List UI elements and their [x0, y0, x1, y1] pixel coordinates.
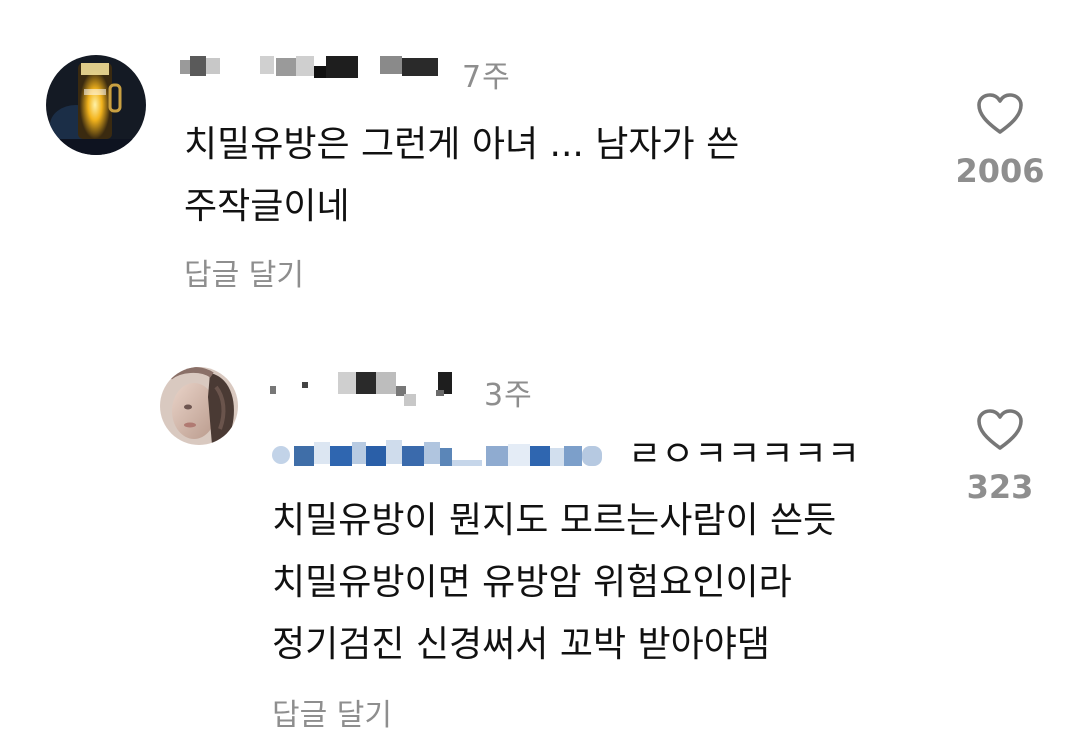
like-count: 323 [966, 468, 1034, 506]
comment-text: 주작글이네 [184, 186, 350, 227]
comment-text: 정기검진 신경써서 꼬박 받아야댐 [272, 624, 771, 665]
username-redacted[interactable] [180, 52, 442, 82]
username-redacted[interactable] [268, 368, 468, 406]
reply-button[interactable]: 답글 달기 [272, 690, 392, 734]
heart-outline-icon[interactable] [976, 408, 1024, 456]
avatar[interactable] [46, 55, 146, 155]
mention-redacted[interactable] [272, 436, 612, 472]
comment-text: ㄹㅇㅋㅋㅋㅋㅋ [628, 434, 860, 475]
comment-time: 3주 [484, 378, 533, 413]
portrait-photo [160, 367, 238, 445]
like-count: 2006 [955, 152, 1045, 190]
reply-button[interactable]: 답글 달기 [184, 250, 304, 294]
comment-time: 7주 [462, 60, 511, 95]
beer-glass-photo [46, 55, 146, 155]
avatar[interactable] [160, 367, 238, 445]
heart-outline-icon[interactable] [976, 92, 1024, 140]
